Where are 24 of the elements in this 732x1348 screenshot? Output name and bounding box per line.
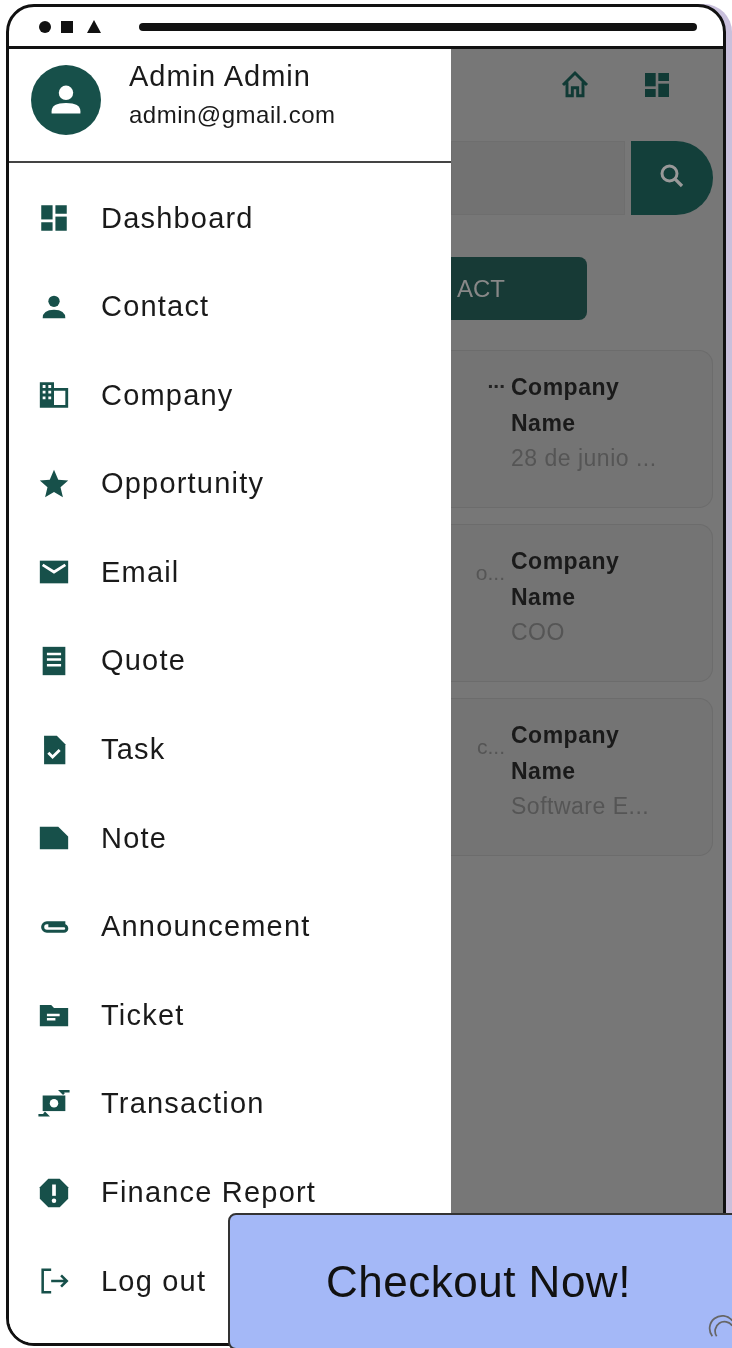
card-title: Company Name: [511, 547, 621, 612]
card-text: ...: [487, 369, 505, 393]
drawer-item[interactable]: Ticket: [37, 997, 185, 1034]
user-email: admin@gmail.com: [129, 100, 336, 129]
avatar-icon: [31, 65, 101, 135]
drawer-item[interactable]: Company: [37, 377, 234, 414]
drawer-item[interactable]: Quote: [37, 642, 186, 679]
search-button[interactable]: [631, 141, 713, 215]
drawer-item[interactable]: Announcement: [37, 908, 311, 945]
drawer-item[interactable]: Note: [37, 820, 168, 857]
drawer-item[interactable]: Contact: [37, 288, 210, 325]
drawer-item[interactable]: Finance Report: [37, 1174, 317, 1211]
checkout-banner[interactable]: Checkout Now!: [228, 1213, 732, 1348]
add-button[interactable]: ACT: [451, 257, 587, 320]
drawer-item[interactable]: Email: [37, 554, 180, 591]
drawer-item[interactable]: Dashboard: [37, 200, 254, 236]
card-title: Company Name: [511, 373, 621, 438]
drawer-item[interactable]: Opportunity: [37, 465, 265, 502]
search-field[interactable]: [451, 141, 625, 215]
drawer-item[interactable]: Task: [37, 731, 166, 768]
card-title: Company Name: [511, 721, 621, 786]
user-name: Admin Admin: [129, 59, 312, 93]
drawer-item[interactable]: Log out: [37, 1263, 207, 1300]
drawer-item[interactable]: Transaction: [37, 1085, 265, 1122]
